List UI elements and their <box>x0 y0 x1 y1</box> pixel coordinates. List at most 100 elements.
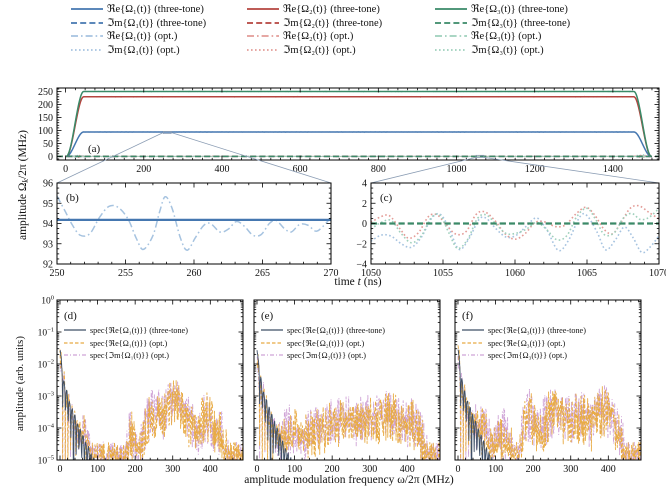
tick-label: 50 <box>43 139 53 150</box>
legend-line-sample <box>64 329 86 331</box>
legend-entry-label: ℜe{Ω₁(t)} (three-tone) <box>107 3 204 15</box>
figure: 0 200 400 600 800 1000 1200 1400 0 50 100 150 200 250… <box>0 0 666 496</box>
x-axis-label-time: time t (ns) <box>57 276 659 288</box>
tick-label: 100 <box>38 126 53 137</box>
legend-line-sample <box>261 329 283 331</box>
tick-label: 100 <box>41 295 54 307</box>
legend-entry: spec{ℜe{Ω₃(t)}} (three-tone) <box>461 324 586 337</box>
legend-entry: ℑm{Ω₂(t)} (three-tone) <box>246 16 382 30</box>
legend-entry-label: ℜe{Ω₁(t)} (opt.) <box>107 31 178 43</box>
y-axis-label-amplitude-arb: amplitude (arb. units) <box>14 336 26 431</box>
tick-label: 10−3 <box>38 391 54 403</box>
legend-line-sample <box>247 7 279 10</box>
panel-b: 250 255 260 265 2709293949596(b) <box>43 179 339 280</box>
tick-label: −4 <box>356 260 367 271</box>
legend-entry-label: spec{ℑm{Ω₃(t)}} (opt.) <box>488 351 568 361</box>
series-line <box>371 204 659 240</box>
tick-label: 1400 <box>603 164 623 175</box>
series-line <box>65 90 652 158</box>
tick-label: 200 <box>136 164 151 175</box>
panel-c: 10501055106010651070−4−2024(c) <box>356 179 666 280</box>
tick-label: 10−1 <box>38 327 54 339</box>
legend-entry-label: ℑm{Ω₁(t)} (three-tone) <box>107 17 207 29</box>
tick-label: 1000 <box>447 164 467 175</box>
zoom-connector-line <box>171 132 332 184</box>
legend-line-sample <box>71 21 103 24</box>
tick-label: 96 <box>43 179 53 190</box>
legend-line-sample <box>435 7 467 10</box>
tick-label: 94 <box>43 219 53 230</box>
series-group <box>57 195 331 251</box>
tick-label: 10−5 <box>38 455 54 467</box>
tick-label: 400 <box>214 164 229 175</box>
series-line <box>371 207 659 250</box>
legend-top-column: ℜe{Ω₃(t)} (three-tone) ℑm{Ω₃(t)} (three-t… <box>434 2 570 57</box>
xlabel-time-pre: time <box>334 276 358 288</box>
legend-entry: ℜe{Ω₁(t)} (opt.) <box>70 30 206 44</box>
tick-label: 0 <box>63 164 68 175</box>
legend-entry-label: ℑm{Ω₃(t)} (opt.) <box>471 45 544 57</box>
panel-a: 0 200 400 600 800 1000 1200 1400050100150200250… <box>38 87 660 175</box>
xlabel-time-post: (ns) <box>360 276 382 288</box>
legend-entry: ℜe{Ω₃(t)} (three-tone) <box>434 2 570 16</box>
tick-label: 92 <box>43 260 53 271</box>
legend-entry: ℑm{Ω₂(t)} (opt.) <box>246 43 382 57</box>
series-line <box>65 131 652 158</box>
series-line <box>65 90 653 158</box>
tick-label: −2 <box>356 239 367 250</box>
xlabel-freq-text: amplitude modulation frequency ω/2π (MHz… <box>244 474 454 486</box>
figure-canvas: 0 200 400 600 800 1000 1200 1400050100150200250… <box>38 87 666 475</box>
legend-line-sample <box>71 49 103 52</box>
zoom-connector-line <box>483 157 660 184</box>
x-axis-label-frequency: amplitude modulation frequency ω/2π (MHz… <box>57 474 641 486</box>
series-line <box>57 195 331 251</box>
series-line <box>65 95 652 157</box>
legend-entry-label: ℜe{Ω₃(t)} (opt.) <box>471 31 542 43</box>
legend-entry-label: ℜe{Ω₃(t)} (three-tone) <box>471 3 568 15</box>
legend-line-sample <box>435 35 467 38</box>
legend-entry-label: spec{ℜe{Ω₃(t)}} (three-tone) <box>488 326 586 336</box>
legend-line-sample <box>462 342 484 344</box>
tick-label: 10−2 <box>38 359 54 371</box>
legend-entry-label: ℜe{Ω₂(t)} (three-tone) <box>283 3 380 15</box>
legend-top-column: ℜe{Ω₁(t)} (three-tone) ℑm{Ω₁(t)} (three-t… <box>70 2 206 57</box>
legend-entry: ℜe{Ω₂(t)} (three-tone) <box>246 2 382 16</box>
legend-top-column: ℜe{Ω₂(t)} (three-tone) ℑm{Ω₂(t)} (three-t… <box>246 2 382 57</box>
legend-line-sample <box>435 49 467 52</box>
legend-entry-label: spec{ℜe{Ω₂(t)}} (opt.) <box>287 338 365 348</box>
tick-label: 250 <box>38 87 53 98</box>
panel-frame <box>56 182 332 265</box>
tick-label: 2 <box>362 199 367 210</box>
panel-tag-c: (c) <box>380 192 393 204</box>
legend-entry-label: spec{ℜe{Ω₁(t)}} (three-tone) <box>90 326 188 336</box>
legend-entry-label: ℑm{Ω₁(t)} (opt.) <box>107 45 180 57</box>
legend-panel-d: spec{ℜe{Ω₁(t)}} (three-tone) spec{ℜe{Ω₁(t… <box>63 324 188 362</box>
panel-tag-e: (e) <box>261 310 274 322</box>
legend-entry: spec{ℑm{Ω₁(t)}} (opt.) <box>63 349 188 362</box>
legend-entry-label: spec{ℜe{Ω₃(t)}} (opt.) <box>488 338 566 348</box>
legend-panel-f: spec{ℜe{Ω₃(t)}} (three-tone) spec{ℜe{Ω₃(t… <box>461 324 586 362</box>
tick-label: 800 <box>371 164 386 175</box>
legend-entry: ℜe{Ω₃(t)} (opt.) <box>434 30 570 44</box>
legend-line-sample <box>261 342 283 344</box>
legend-entry: spec{ℑm{Ω₂(t)}} (opt.) <box>260 349 385 362</box>
legend-line-sample <box>261 354 283 357</box>
legend-entry: spec{ℜe{Ω₂(t)}} (three-tone) <box>260 324 385 337</box>
tick-label: 93 <box>43 239 53 250</box>
panel-tag-a: (a) <box>88 143 101 155</box>
legend-entry-label: spec{ℜe{Ω₂(t)}} (three-tone) <box>287 326 385 336</box>
ylabel-main-pre: amplitude Ω <box>17 182 29 240</box>
legend-line-sample <box>247 49 279 52</box>
legend-entry: ℑm{Ω₃(t)} (three-tone) <box>434 16 570 30</box>
legend-entry: ℜe{Ω₁(t)} (three-tone) <box>70 2 206 16</box>
legend-entry: spec{ℜe{Ω₃(t)}} (opt.) <box>461 337 586 350</box>
legend-entry: ℑm{Ω₁(t)} (three-tone) <box>70 16 206 30</box>
tick-label: 0 <box>48 152 53 163</box>
legend-entry-label: spec{ℜe{Ω₁(t)}} (opt.) <box>90 338 168 348</box>
tick-label: 150 <box>38 113 53 124</box>
ylabel-bottom-text: amplitude (arb. units) <box>14 335 26 431</box>
legend-entry-label: ℑm{Ω₃(t)} (three-tone) <box>471 17 571 29</box>
legend-line-sample <box>71 7 103 10</box>
legend-line-sample <box>64 342 86 344</box>
legend-entry-label: ℑm{Ω₂(t)} (three-tone) <box>283 17 383 29</box>
